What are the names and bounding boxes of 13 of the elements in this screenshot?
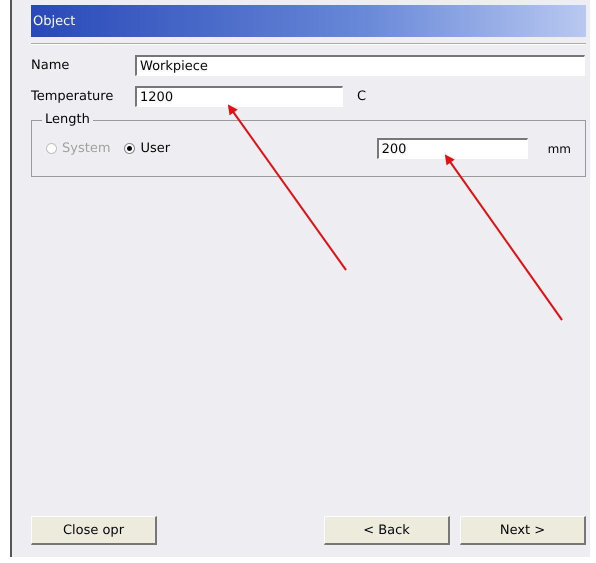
group-title: Length — [42, 112, 93, 127]
wizard-button[interactable]: Next > — [460, 516, 586, 545]
text-field[interactable]: 1200 — [135, 86, 343, 107]
radio-option[interactable]: User — [124, 141, 170, 156]
text-field[interactable]: Workpiece — [135, 55, 585, 76]
window-title: Object — [31, 5, 586, 37]
field-label: Name — [31, 58, 70, 73]
length-field[interactable]: 200 — [376, 138, 528, 159]
unit-label: mm — [548, 142, 571, 156]
wizard-button[interactable]: Close opr — [31, 516, 157, 545]
field-label: Temperature — [31, 89, 114, 104]
wizard-button[interactable]: < Back — [324, 516, 450, 545]
unit-label: C — [357, 89, 366, 104]
